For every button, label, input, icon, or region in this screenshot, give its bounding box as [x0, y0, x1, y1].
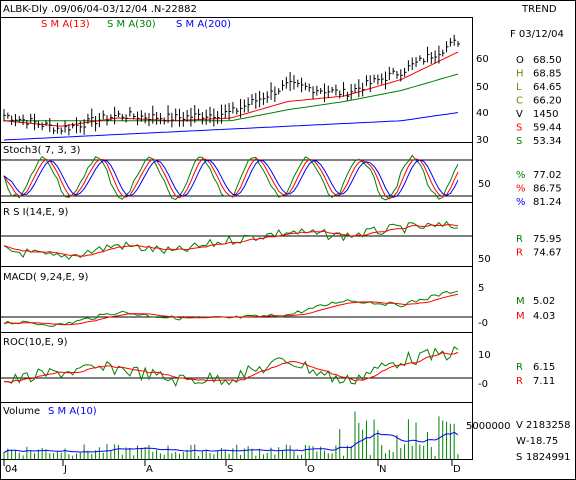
x-axis: 04 J A S O N D [3, 460, 461, 475]
quote-value: 53.34 [533, 136, 562, 147]
volume-readout-value: 2183258 [526, 420, 571, 431]
price-tick-60: 60 [476, 54, 489, 65]
roc-tick-0: -0 [478, 379, 488, 390]
stoch-readout: % 77.02% 86.75% 81.24 [516, 170, 562, 208]
sma200-line [3, 112, 459, 141]
x-tick-label: S [227, 464, 233, 475]
rsi-label: R S I(14,E, 9) [3, 207, 68, 218]
rsi-tick-50: 50 [478, 254, 491, 265]
x-tick-label: J [63, 464, 67, 475]
price-series [3, 51, 459, 141]
quote-key: S [516, 123, 522, 134]
price-tick-30: 30 [476, 135, 489, 146]
readout-key: R [516, 248, 523, 259]
readout-value: 86.75 [533, 184, 562, 195]
readout-value: 5.02 [533, 296, 555, 307]
quote-value: 68.85 [533, 69, 562, 80]
stoch-label: Stoch3( 7, 3, 3) [3, 145, 80, 156]
volume-readout-key: S [516, 452, 522, 463]
macd-readout: M 5.02 M 4.03 [516, 296, 555, 322]
x-tick-label: 04 [5, 464, 18, 475]
quote-readout: O 68.50 H 68.85 L 64.65 C 66.20 V 1450 S 59.44 S 53.3… [516, 55, 562, 147]
rsi-line [3, 220, 459, 261]
quote-key: H [516, 69, 524, 80]
readout-key: R [516, 234, 523, 245]
quote-key: L [516, 82, 522, 93]
price-tick-40: 40 [476, 108, 489, 119]
readout-value: 74.67 [533, 248, 562, 259]
readout-key: % [516, 170, 526, 181]
readout-value: 6.15 [533, 362, 555, 373]
price-tick-50: 50 [476, 82, 489, 93]
quote-value: 66.20 [533, 96, 562, 107]
volume-readout: V 2183258W -18.75 S 1824991 [516, 420, 571, 463]
volume-readout-value: -18.75 [526, 436, 558, 447]
volume-bars [3, 411, 459, 459]
readout-value: 7.11 [533, 376, 555, 387]
readout-value: 81.24 [533, 197, 562, 208]
readout-key: R [516, 376, 523, 387]
roc-series [3, 346, 459, 388]
chart-title: ALBK-Dly .09/06/04-03/12/04 .N-22882 [3, 4, 197, 15]
readout-key: M [516, 311, 525, 322]
volume-label: Volume [3, 406, 40, 417]
sma30-legend: S M A(30) [107, 19, 156, 30]
readout-key: % [516, 184, 526, 195]
quote-value: 1450 [533, 109, 558, 120]
stoch-series [3, 154, 459, 201]
stock-chart: ALBK-Dly .09/06/04-03/12/04 .N-22882 TRE… [0, 0, 576, 480]
readout-value: 4.03 [533, 311, 555, 322]
x-tick-label: N [379, 464, 386, 475]
macd-signal-line [3, 293, 459, 326]
rsi-series [3, 220, 459, 261]
sma13-legend: S M A(13) [41, 19, 90, 30]
macd-label: MACD( 9,24,E, 9) [3, 272, 89, 283]
quote-value: 68.50 [533, 55, 562, 66]
quote-date: F 03/12/04 [510, 29, 564, 40]
readout-value: 77.02 [533, 170, 562, 181]
roc-label: ROC(10,E, 9) [3, 337, 68, 348]
readout-key: R [516, 362, 523, 373]
mode-label: TREND [521, 4, 557, 15]
readout-key: M [516, 296, 525, 307]
rsi-readout: R 75.95 R 74.67 [516, 234, 562, 259]
macd-line [3, 290, 459, 327]
macd-tick-0: -0 [478, 318, 488, 329]
volume-sma-line [3, 431, 459, 453]
quote-key: V [516, 109, 523, 120]
volume-readout-key: W [516, 436, 526, 447]
quote-value: 64.65 [533, 82, 562, 93]
price-panel [0, 17, 473, 143]
x-tick-label: D [453, 464, 461, 475]
macd-tick-5: 5 [478, 283, 484, 294]
quote-value: 59.44 [533, 123, 562, 134]
x-tick-label: A [146, 464, 153, 475]
roc-tick-10: 10 [478, 350, 491, 361]
macd-series [3, 290, 459, 327]
stoch-tick-50: 50 [478, 179, 491, 190]
quote-key: S [516, 136, 522, 147]
sma30-line [4, 73, 459, 122]
volume-readout-key: V [516, 420, 523, 431]
sma13-line [3, 51, 459, 127]
readout-key: % [516, 197, 526, 208]
sma200-legend: S M A(200) [176, 19, 231, 30]
volume-sma-label: S M A(10) [48, 406, 97, 417]
roc-panel [0, 332, 473, 403]
roc-readout: R 6.15 R 7.11 [516, 362, 555, 387]
volume-readout-value: 1824991 [526, 452, 571, 463]
quote-key: C [516, 96, 523, 107]
stoch-signal-line [3, 159, 459, 198]
volume-tick: 5000000 [466, 421, 511, 432]
x-tick-label: O [307, 464, 315, 475]
readout-value: 75.95 [533, 234, 562, 245]
quote-key: O [516, 55, 524, 66]
